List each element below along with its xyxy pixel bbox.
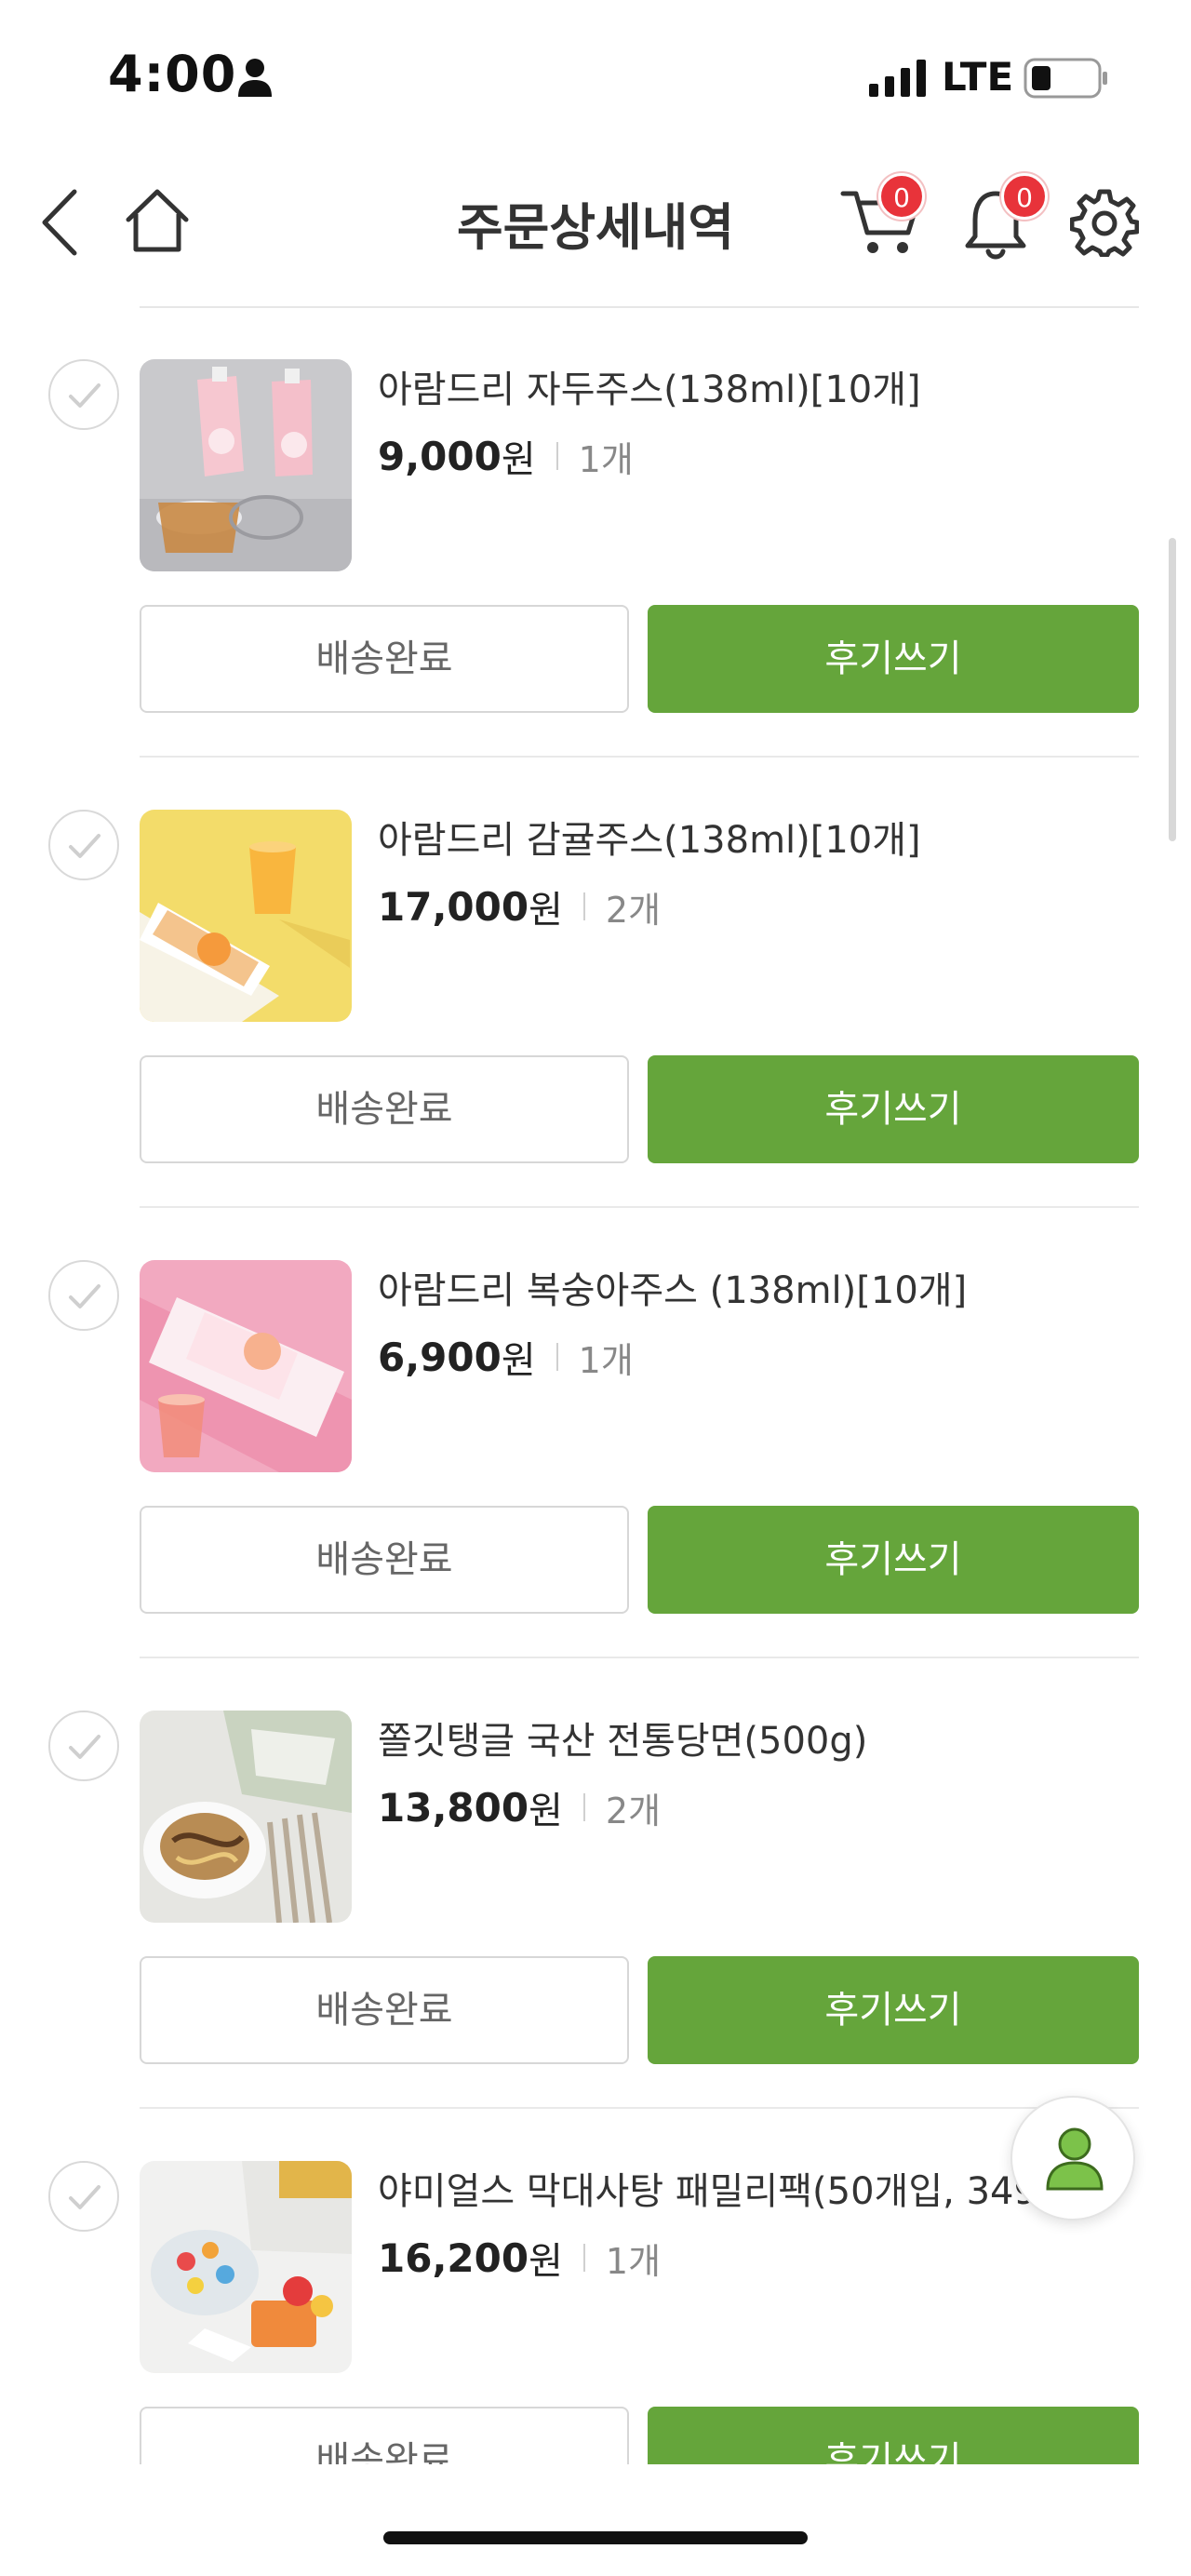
status-time: 4:00 xyxy=(108,45,237,103)
order-item: 아람드리 복숭아주스 (138ml)[10개] 6,900 원 1개 배송완료 … xyxy=(0,1208,1191,1658)
page-title: 주문상세내역 xyxy=(456,198,735,257)
product-price: 6,900 xyxy=(378,1334,502,1380)
order-item: 아람드리 감귤주스(138ml)[10개] 17,000 원 2개 배송완료 후… xyxy=(0,758,1191,1208)
write-review-button[interactable]: 후기쓰기 xyxy=(648,2407,1139,2464)
product-quantity: 2개 xyxy=(605,889,662,931)
person-icon xyxy=(1046,2127,1104,2191)
product-name[interactable]: 아람드리 자두주스(138ml)[10개] xyxy=(378,359,1178,413)
select-checkbox[interactable] xyxy=(48,1711,119,1781)
product-quantity: 2개 xyxy=(605,1790,662,1831)
delivery-status-button[interactable]: 배송완료 xyxy=(140,1055,629,1163)
select-checkbox[interactable] xyxy=(48,810,119,880)
price-row: 13,800 원 2개 xyxy=(378,1779,661,1835)
gear-icon[interactable] xyxy=(1070,188,1139,257)
product-quantity: 1개 xyxy=(578,438,634,480)
separator xyxy=(555,1343,558,1371)
check-icon xyxy=(69,383,100,408)
product-image[interactable] xyxy=(140,1711,352,1923)
currency-unit: 원 xyxy=(529,1790,563,1832)
write-review-button[interactable]: 후기쓰기 xyxy=(648,605,1139,713)
select-checkbox[interactable] xyxy=(48,2161,119,2232)
select-checkbox[interactable] xyxy=(48,359,119,430)
home-icon[interactable] xyxy=(123,186,192,255)
currency-unit: 원 xyxy=(501,1339,536,1382)
battery-icon xyxy=(1024,58,1107,99)
product-price: 13,800 xyxy=(378,1784,529,1831)
separator xyxy=(555,442,558,470)
separator xyxy=(582,892,585,920)
price-row: 6,900 원 1개 xyxy=(378,1329,634,1385)
currency-unit: 원 xyxy=(529,2240,563,2283)
profile-fab-button[interactable] xyxy=(1010,2096,1135,2220)
person-icon xyxy=(238,59,272,97)
product-name[interactable]: 아람드리 복숭아주스 (138ml)[10개] xyxy=(378,1260,1178,1314)
separator xyxy=(582,2244,585,2272)
product-image[interactable] xyxy=(140,2161,352,2373)
signal-icon xyxy=(869,60,926,97)
separator xyxy=(582,1793,585,1821)
price-row: 16,200 원 1개 xyxy=(378,2230,661,2286)
home-indicator xyxy=(383,2531,808,2544)
currency-unit: 원 xyxy=(529,889,563,932)
product-price: 17,000 xyxy=(378,883,529,930)
check-icon xyxy=(69,2185,100,2209)
delivery-status-button[interactable]: 배송완료 xyxy=(140,2407,629,2464)
order-item: 아람드리 자두주스(138ml)[10개] 9,000 원 1개 배송완료 후기… xyxy=(0,307,1191,758)
back-icon[interactable] xyxy=(37,188,84,257)
product-image[interactable] xyxy=(140,1260,352,1472)
order-item: 쫄깃탱글 국산 전통당면(500g) 13,800 원 2개 배송완료 후기쓰기 xyxy=(0,1658,1191,2109)
delivery-status-button[interactable]: 배송완료 xyxy=(140,1506,629,1614)
check-icon xyxy=(69,1735,100,1759)
nav-header: 주문상세내역 0 0 xyxy=(0,140,1191,307)
product-price: 16,200 xyxy=(378,2234,529,2281)
price-row: 9,000 원 1개 xyxy=(378,428,634,484)
write-review-button[interactable]: 후기쓰기 xyxy=(648,1506,1139,1614)
scrollbar[interactable] xyxy=(1169,538,1176,841)
select-checkbox[interactable] xyxy=(48,1260,119,1331)
check-icon xyxy=(69,834,100,858)
product-image[interactable] xyxy=(140,810,352,1022)
network-type: LTE xyxy=(942,54,1014,100)
notification-count-badge: 0 xyxy=(1001,173,1048,220)
product-name[interactable]: 아람드리 감귤주스(138ml)[10개] xyxy=(378,810,1178,864)
write-review-button[interactable]: 후기쓰기 xyxy=(648,1055,1139,1163)
product-quantity: 1개 xyxy=(605,2240,662,2282)
delivery-status-button[interactable]: 배송완료 xyxy=(140,1956,629,2064)
product-price: 9,000 xyxy=(378,433,502,479)
price-row: 17,000 원 2개 xyxy=(378,879,661,934)
product-image[interactable] xyxy=(140,359,352,571)
delivery-status-button[interactable]: 배송완료 xyxy=(140,605,629,713)
check-icon xyxy=(69,1284,100,1308)
product-name[interactable]: 쫄깃탱글 국산 전통당면(500g) xyxy=(378,1711,1178,1764)
cart-count-badge: 0 xyxy=(878,173,925,220)
product-quantity: 1개 xyxy=(578,1339,634,1381)
currency-unit: 원 xyxy=(501,438,536,481)
write-review-button[interactable]: 후기쓰기 xyxy=(648,1956,1139,2064)
status-bar: 4:00 LTE xyxy=(0,0,1191,140)
